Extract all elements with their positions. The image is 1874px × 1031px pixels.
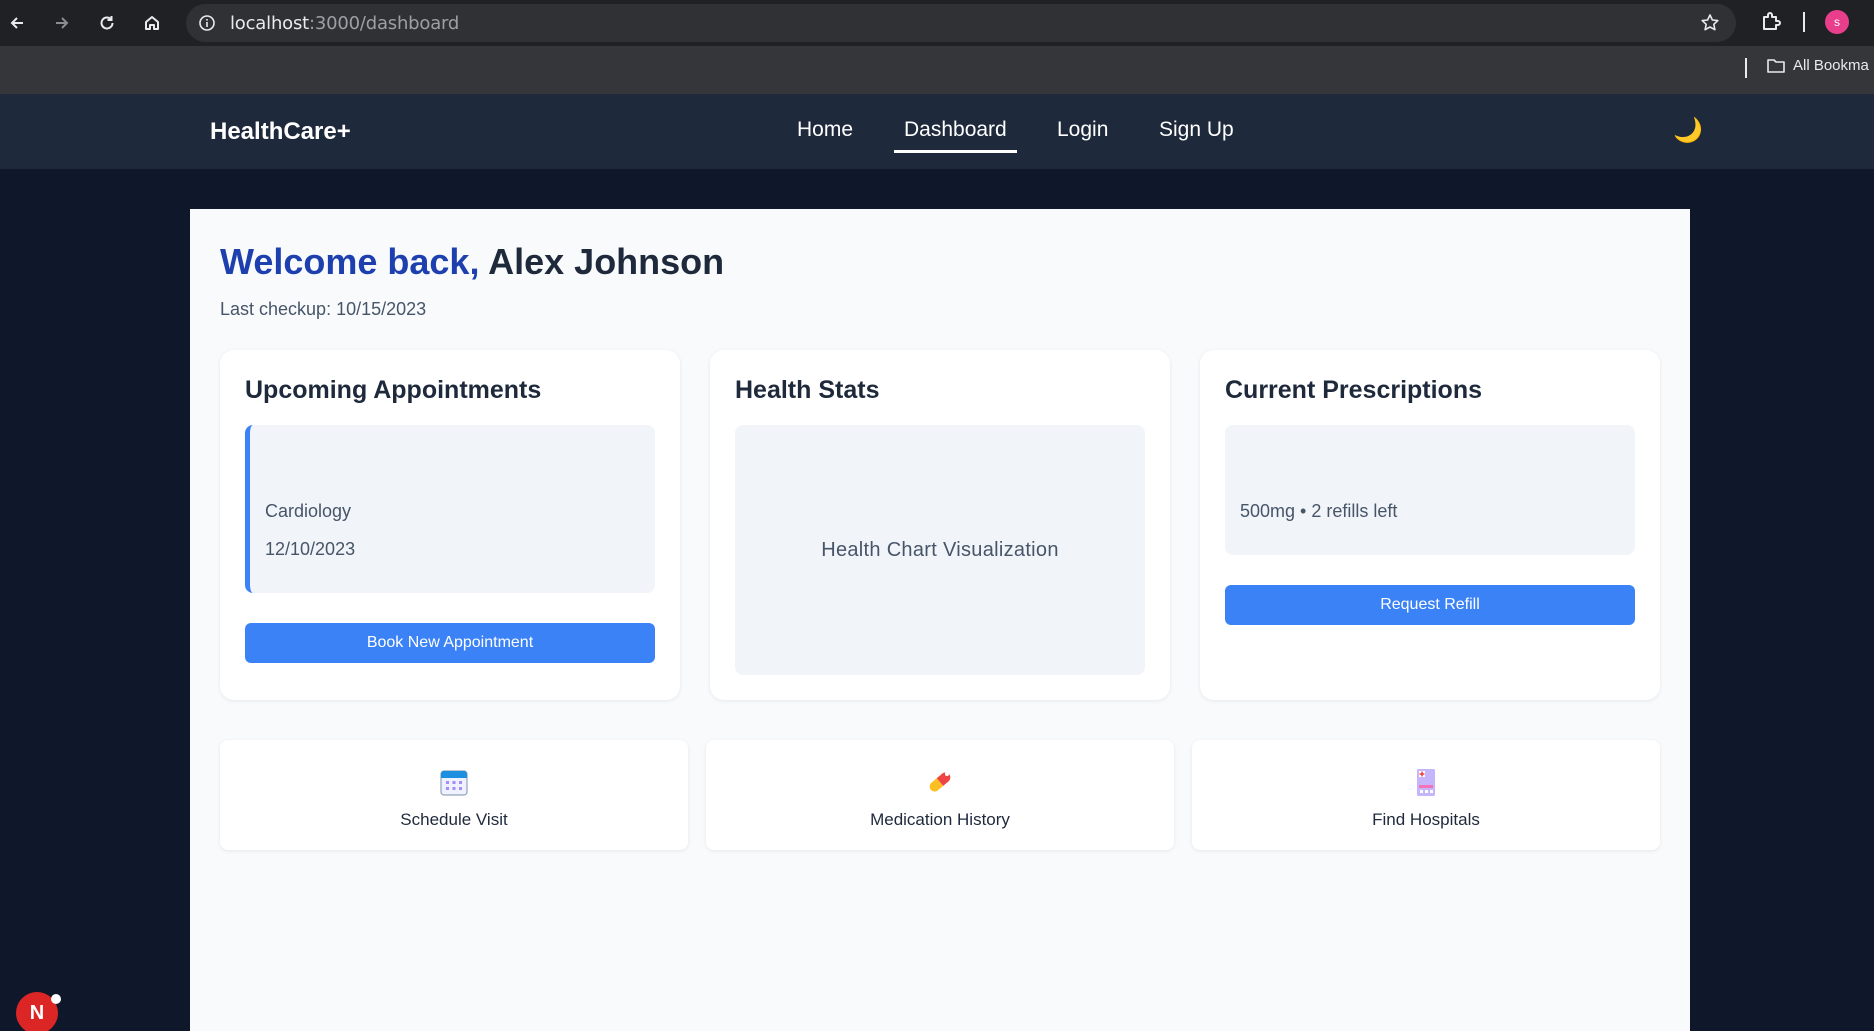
quick-action-find-hospitals[interactable]: Find Hospitals bbox=[1192, 740, 1660, 850]
nav-link-login[interactable]: Login bbox=[1057, 118, 1108, 150]
home-button[interactable] bbox=[137, 8, 167, 38]
url-text: localhost:3000/dashboard bbox=[230, 13, 460, 34]
all-bookmarks-label: All Bookma bbox=[1793, 57, 1869, 74]
appointment-doctor: Dr. Smith bbox=[265, 467, 340, 487]
all-bookmarks-button[interactable]: All Bookma bbox=[1767, 57, 1869, 74]
arrow-left-icon bbox=[10, 17, 23, 29]
prescription-item[interactable]: Metformin 500mg • 2 refills left bbox=[1225, 425, 1635, 555]
user-name: Alex Johnson bbox=[488, 241, 725, 282]
theme-toggle-moon-icon[interactable]: 🌙 bbox=[1673, 116, 1703, 145]
dev-badge-indicator bbox=[51, 994, 61, 1004]
home-icon bbox=[145, 16, 159, 30]
request-refill-button[interactable]: Request Refill bbox=[1225, 585, 1635, 625]
nav-link-home[interactable]: Home bbox=[797, 118, 853, 150]
hospital-icon bbox=[1417, 769, 1435, 796]
nav-link-dashboard[interactable]: Dashboard bbox=[894, 118, 1017, 153]
find-hospitals-label: Find Hospitals bbox=[1372, 810, 1480, 829]
welcome-heading: Welcome back, Alex Johnson bbox=[220, 241, 724, 283]
reload-icon bbox=[100, 16, 114, 30]
health-chart-placeholder: Health Chart Visualization bbox=[735, 425, 1145, 675]
bookmark-star-icon[interactable] bbox=[1700, 13, 1720, 33]
brand-logo[interactable]: HealthCare+ bbox=[210, 118, 351, 146]
info-icon[interactable] bbox=[198, 14, 216, 32]
app-navbar: HealthCare+ Home Dashboard Login Sign Up… bbox=[0, 94, 1874, 169]
dashboard-panel: Welcome back, Alex Johnson Last checkup:… bbox=[190, 209, 1690, 1031]
quick-action-medication-history[interactable]: Medication History bbox=[706, 740, 1174, 850]
prescription-detail: 500mg • 2 refills left bbox=[1240, 501, 1398, 521]
bookmarks-divider bbox=[1745, 58, 1747, 78]
last-checkup-text: Last checkup: 10/15/2023 bbox=[220, 299, 427, 319]
reload-button[interactable] bbox=[92, 8, 122, 38]
health-stats-title: Health Stats bbox=[735, 376, 880, 404]
profile-avatar[interactable]: s bbox=[1825, 10, 1849, 34]
extensions-icon[interactable] bbox=[1759, 10, 1783, 34]
appointment-department: Cardiology bbox=[265, 501, 352, 521]
arrow-right-icon bbox=[56, 17, 69, 29]
prescriptions-card: Current Prescriptions Metformin 500mg • … bbox=[1200, 350, 1660, 700]
appointments-title: Upcoming Appointments bbox=[245, 376, 542, 404]
prescription-name: Metformin bbox=[1240, 465, 1321, 485]
health-stats-card: Health Stats Health Chart Visualization bbox=[710, 350, 1170, 700]
quick-action-schedule-visit[interactable]: Schedule Visit bbox=[220, 740, 688, 850]
prescriptions-title: Current Prescriptions bbox=[1225, 376, 1483, 404]
book-appointment-button[interactable]: Book New Appointment bbox=[245, 623, 655, 663]
appointment-date: 12/10/2023 bbox=[265, 539, 356, 559]
pill-icon bbox=[929, 772, 951, 792]
welcome-greeting: Welcome back, bbox=[220, 241, 480, 282]
nav-link-signup[interactable]: Sign Up bbox=[1159, 118, 1234, 150]
back-button[interactable] bbox=[2, 8, 32, 38]
address-bar[interactable]: localhost:3000/dashboard bbox=[186, 4, 1736, 42]
medication-history-label: Medication History bbox=[870, 810, 1010, 829]
toolbar-divider bbox=[1803, 12, 1805, 32]
folder-icon bbox=[1767, 58, 1785, 73]
appointments-card: Upcoming Appointments Dr. Smith Cardiolo… bbox=[220, 350, 680, 700]
calendar-icon bbox=[440, 770, 468, 796]
browser-toolbar: localhost:3000/dashboard s bbox=[0, 0, 1874, 46]
bookmarks-bar bbox=[0, 46, 1874, 94]
schedule-visit-label: Schedule Visit bbox=[400, 810, 508, 829]
forward-button[interactable] bbox=[47, 8, 77, 38]
appointment-item[interactable]: Dr. Smith Cardiology 12/10/2023 bbox=[245, 425, 655, 593]
